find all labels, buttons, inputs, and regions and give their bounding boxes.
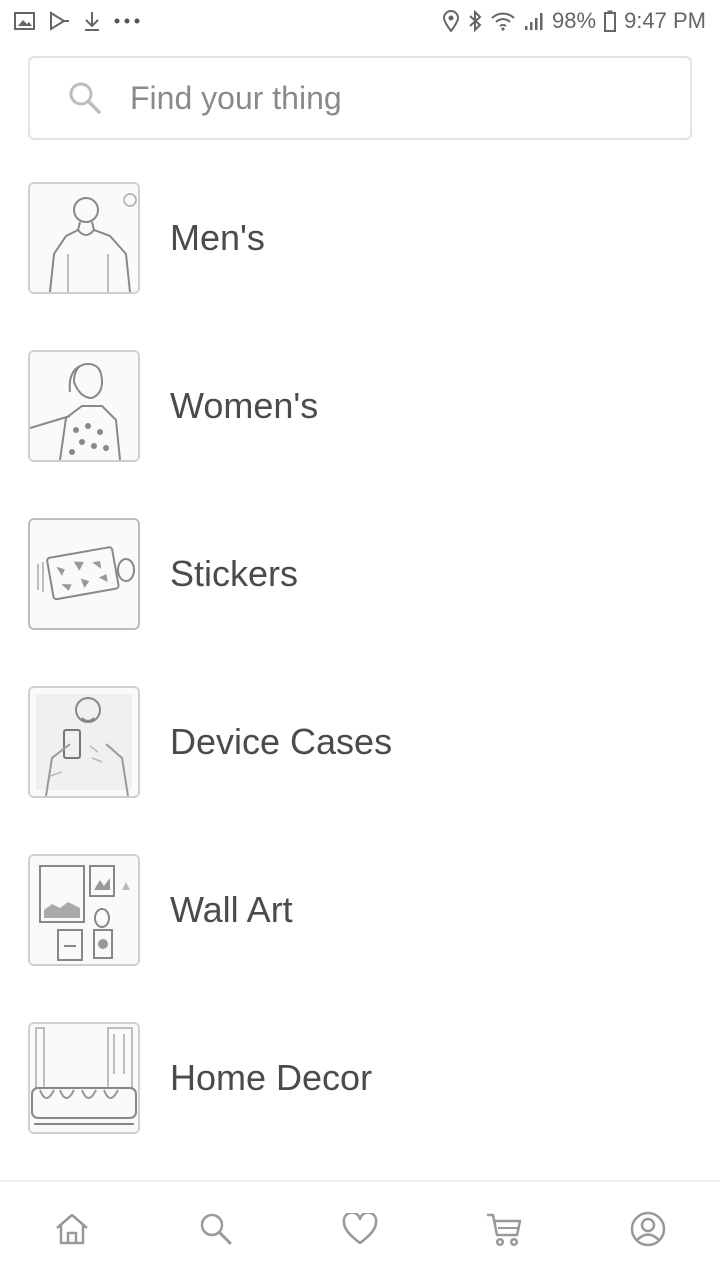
category-label: Device Cases	[170, 721, 393, 762]
category-label: Wall Art	[170, 889, 293, 930]
search-icon	[68, 81, 102, 115]
status-bar-right: 98% 9:47 PM	[442, 8, 706, 34]
nav-account-button[interactable]	[608, 1191, 688, 1271]
location-icon	[442, 10, 460, 32]
home-icon	[54, 1212, 90, 1251]
play-store-icon	[48, 11, 70, 31]
battery-percent: 98%	[552, 8, 597, 33]
status-bar-left	[14, 10, 140, 32]
nav-search-button[interactable]	[176, 1191, 256, 1271]
search-bar[interactable]	[28, 56, 692, 140]
womens-thumbnail	[28, 350, 140, 462]
device-cases-thumbnail	[28, 686, 140, 798]
category-label: Women's	[170, 385, 319, 426]
category-stickers[interactable]: Stickers	[0, 518, 720, 630]
category-mens[interactable]: Men's	[0, 182, 720, 294]
cart-icon	[485, 1211, 523, 1252]
mens-thumbnail	[28, 182, 140, 294]
nav-home-button[interactable]	[32, 1191, 112, 1271]
category-home-decor[interactable]: Home Decor	[0, 1022, 720, 1134]
gallery-icon	[14, 11, 36, 31]
heart-icon	[342, 1210, 378, 1250]
account-icon	[630, 1211, 666, 1252]
wall-art-thumbnail	[28, 854, 140, 966]
category-label: Stickers	[170, 553, 299, 594]
more-dots-icon	[114, 17, 140, 25]
stickers-thumbnail	[28, 518, 140, 630]
download-icon	[82, 10, 102, 32]
search-input[interactable]	[128, 78, 612, 118]
category-womens[interactable]: Women's	[0, 350, 720, 462]
bottom-navigation	[0, 1180, 720, 1280]
nav-cart-button[interactable]	[464, 1191, 544, 1271]
signal-icon	[524, 11, 544, 31]
category-label: Home Decor	[170, 1057, 373, 1098]
battery-icon	[604, 10, 617, 32]
bluetooth-icon	[468, 10, 482, 32]
wifi-icon	[490, 11, 516, 31]
nav-favorites-button[interactable]	[320, 1191, 400, 1271]
category-wall-art[interactable]: Wall Art	[0, 854, 720, 966]
status-time: 9:47 PM	[624, 8, 706, 33]
status-bar: 98% 9:47 PM	[0, 0, 720, 42]
category-device-cases[interactable]: Device Cases	[0, 686, 720, 798]
search-icon	[199, 1212, 233, 1251]
category-label: Men's	[170, 217, 265, 258]
home-decor-thumbnail	[28, 1022, 140, 1134]
category-list: Men's Women's Stickers Device Cases Wall…	[0, 182, 720, 1190]
